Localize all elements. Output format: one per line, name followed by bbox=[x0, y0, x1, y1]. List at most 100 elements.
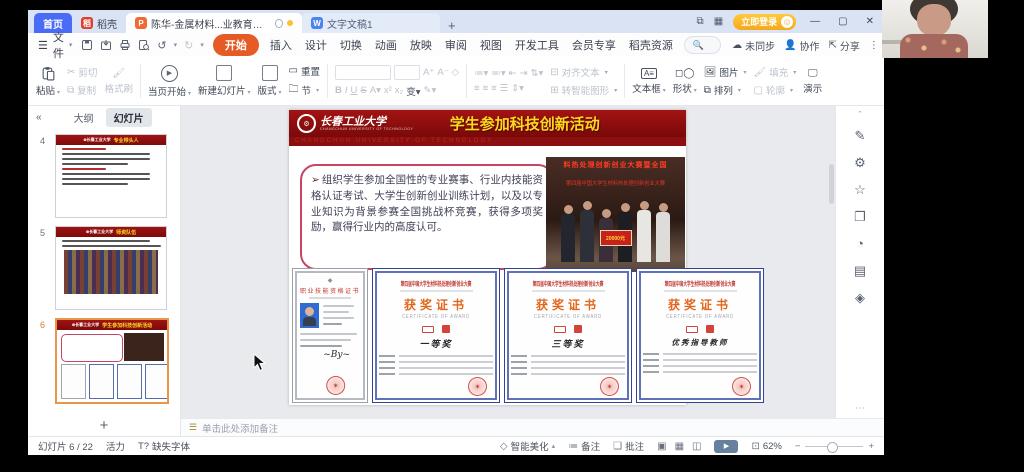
clear-format-icon[interactable]: ◇ bbox=[452, 67, 459, 78]
strikethrough-button[interactable]: S bbox=[360, 85, 366, 96]
share-button[interactable]: ⇱分享 bbox=[829, 38, 860, 53]
phonetic-button[interactable]: 变▾ bbox=[406, 84, 420, 98]
slide-6[interactable]: ⚙ 长春工业大学 CHANGCHUN UNIVERSITY OF TECHNOL… bbox=[289, 110, 686, 405]
split-window-icon[interactable]: ⧉ bbox=[697, 16, 704, 27]
outline-button[interactable]: ▢轮廓 bbox=[754, 83, 797, 97]
competition-photo[interactable]: 料热处理创新创业大赛暨全国 第四届中国大学生材料热处理创新创业大赛 bbox=[546, 157, 685, 272]
certificate-qualification[interactable]: ◆ 职业技能资格证书 bbox=[292, 268, 368, 403]
superscript-button[interactable]: x² bbox=[384, 85, 392, 96]
fill-button[interactable]: 🖌填充 bbox=[754, 65, 797, 79]
increase-font-icon[interactable]: A⁺ bbox=[423, 67, 434, 78]
add-slide-button[interactable]: + bbox=[28, 414, 180, 436]
certificate-excellent-advisor[interactable]: 第四届中国大学生材料热处理创新创业大赛 获奖证书 CERTIFICATE OF … bbox=[636, 268, 764, 403]
ribbon-tab-member[interactable]: 会员专享 bbox=[570, 35, 618, 55]
notes-toggle-button[interactable]: ≔ 备注 bbox=[568, 439, 600, 453]
ribbon-tab-insert[interactable]: 插入 bbox=[268, 35, 294, 55]
ribbon-tab-review[interactable]: 审阅 bbox=[443, 35, 469, 55]
line-spacing-icon[interactable]: ⇕▾ bbox=[511, 83, 524, 94]
tab-outline[interactable]: 大纲 bbox=[66, 108, 102, 127]
certificate-third-prize[interactable]: 第四届中国大学生材料热处理创新创业大赛 获奖证书 CERTIFICATE OF … bbox=[504, 268, 632, 403]
textbox-button[interactable]: A≡ 文本框 bbox=[632, 68, 666, 95]
ribbon-tab-docer-resources[interactable]: 稻壳资源 bbox=[627, 35, 675, 55]
number-list-icon[interactable]: ≕▾ bbox=[491, 68, 505, 79]
command-search-box[interactable]: 🔍 bbox=[684, 36, 721, 54]
smart-beautify-star-icon[interactable]: ☆ bbox=[836, 176, 884, 203]
export-icon[interactable] bbox=[100, 39, 112, 51]
format-painter-button[interactable]: 🖌 格式刷 bbox=[104, 68, 133, 95]
tab-docer[interactable]: 稻 稻壳 bbox=[72, 13, 126, 33]
more-menu-icon[interactable]: ⋮ bbox=[869, 40, 879, 51]
subscript-button[interactable]: x₂ bbox=[395, 85, 403, 96]
save-icon[interactable] bbox=[81, 39, 93, 51]
notes-bar[interactable]: ☰ 单击此处添加备注 bbox=[181, 418, 884, 436]
play-from-current-button[interactable]: ▶ 当页开始 bbox=[148, 65, 191, 98]
ribbon-tab-view[interactable]: 视图 bbox=[478, 35, 504, 55]
tab-slides[interactable]: 幻灯片 bbox=[106, 108, 152, 127]
login-button[interactable]: 立即登录 ☺ bbox=[733, 14, 796, 30]
zoom-slider[interactable]: − + bbox=[795, 441, 874, 452]
justify-icon[interactable]: ☰ bbox=[500, 83, 509, 94]
tab-presentation-document[interactable]: P 陈华-金属材料...业教育业ppt bbox=[126, 13, 302, 33]
bullet-list-icon[interactable]: ≔▾ bbox=[474, 68, 488, 79]
quick-tools-icon[interactable]: ✎ bbox=[836, 122, 884, 149]
certificate-first-prize[interactable]: 第四届中国大学生材料热处理创新创业大赛 获奖证书 CERTIFICATE OF … bbox=[372, 268, 500, 403]
copy-button[interactable]: ⧉复制 bbox=[67, 83, 97, 97]
slide-text-box[interactable]: ➢组织学生参加全国性的专业赛事、行业内技能资格认证考试、大学生创新创业训练计划，… bbox=[300, 164, 554, 270]
slideshow-play-button[interactable]: ▶ bbox=[714, 440, 738, 453]
apps-grid-icon[interactable]: ▦ bbox=[714, 16, 723, 27]
restore-button[interactable]: ▢ bbox=[834, 16, 851, 27]
align-right-icon[interactable]: ≡ bbox=[491, 83, 497, 94]
ribbon-tab-design[interactable]: 设计 bbox=[303, 35, 329, 55]
timer-icon[interactable]: ◔ bbox=[836, 230, 884, 257]
comments-button[interactable]: ❏ 批注 bbox=[613, 439, 644, 453]
missing-font-indicator[interactable]: T? 缺失字体 bbox=[138, 439, 190, 453]
ribbon-tab-animation[interactable]: 动画 bbox=[373, 35, 399, 55]
text-direction-icon[interactable]: ⇅▾ bbox=[531, 68, 544, 79]
fit-to-window-icon[interactable]: ⊡ bbox=[751, 441, 759, 452]
theme-name[interactable]: 活力 bbox=[106, 439, 125, 453]
layout-button[interactable]: 版式 bbox=[258, 65, 282, 97]
align-text-button[interactable]: ⊟对齐文本 bbox=[550, 65, 617, 79]
bold-button[interactable]: B bbox=[335, 85, 342, 96]
decrease-indent-icon[interactable]: ⇤ bbox=[509, 68, 517, 79]
ribbon-tab-devtools[interactable]: 开发工具 bbox=[513, 35, 561, 55]
align-center-icon[interactable]: ≡ bbox=[483, 83, 489, 94]
print-icon[interactable] bbox=[119, 39, 131, 51]
print-preview-icon[interactable] bbox=[138, 39, 150, 51]
underline-button[interactable]: U bbox=[351, 85, 358, 96]
to-smartart-button[interactable]: ⊞转智能图形 bbox=[550, 83, 617, 97]
sync-status[interactable]: ☁未同步 bbox=[732, 38, 775, 53]
thumbnail-slide-5[interactable]: 5 ⊛长春工业大学师资队伍 bbox=[28, 222, 180, 314]
picture-button[interactable]: 🖼图片 bbox=[704, 65, 747, 79]
undo-icon[interactable]: ↺ bbox=[157, 39, 166, 52]
image-tools-icon[interactable]: ▤ bbox=[836, 257, 884, 284]
increase-indent-icon[interactable]: ⇥ bbox=[520, 68, 528, 79]
properties-slider-icon[interactable]: ⚙ bbox=[836, 149, 884, 176]
normal-view-icon[interactable]: ▣ bbox=[657, 441, 666, 452]
cut-button[interactable]: ✂剪切 bbox=[67, 65, 97, 79]
reset-button[interactable]: ▭重置 bbox=[289, 64, 320, 78]
present-button[interactable]: 🖵 演示 bbox=[803, 68, 822, 95]
zoom-percent[interactable]: 62% bbox=[763, 441, 782, 452]
shapes-button[interactable]: ◻◯ 形状 bbox=[673, 68, 697, 95]
layers-icon[interactable]: ❐ bbox=[836, 203, 884, 230]
quickbar-more-icon[interactable]: ▾ bbox=[200, 41, 204, 49]
font-family-select[interactable] bbox=[335, 65, 391, 80]
reading-view-icon[interactable]: ◫ bbox=[692, 441, 701, 452]
decrease-font-icon[interactable]: A⁻ bbox=[437, 67, 448, 78]
slide-title-banner[interactable]: ⚙ 长春工业大学 CHANGCHUN UNIVERSITY OF TECHNOL… bbox=[289, 110, 686, 137]
ribbon-tab-home[interactable]: 开始 bbox=[213, 34, 259, 56]
ribbon-tab-transition[interactable]: 切换 bbox=[338, 35, 364, 55]
collapse-panel-icon[interactable]: « bbox=[36, 112, 42, 123]
slide-sorter-view-icon[interactable]: ▦ bbox=[675, 441, 684, 452]
zoom-slider-track[interactable] bbox=[805, 446, 863, 447]
thumbnail-slide-4[interactable]: 4 ⊛长春工业大学专业带头人 bbox=[28, 130, 180, 222]
member-diamond-icon[interactable]: ◈ bbox=[836, 284, 884, 311]
close-button[interactable]: ✕ bbox=[862, 16, 878, 27]
zoom-in-icon[interactable]: + bbox=[868, 441, 874, 452]
new-tab-button[interactable]: + bbox=[440, 18, 464, 33]
font-size-select[interactable] bbox=[394, 65, 420, 80]
smart-beautify-button[interactable]: ◇ 智能美化 ▴ bbox=[500, 439, 555, 453]
panel-collapse-icon[interactable]: ⌃ bbox=[857, 110, 863, 118]
highlight-button[interactable]: ✎▾ bbox=[424, 85, 437, 96]
